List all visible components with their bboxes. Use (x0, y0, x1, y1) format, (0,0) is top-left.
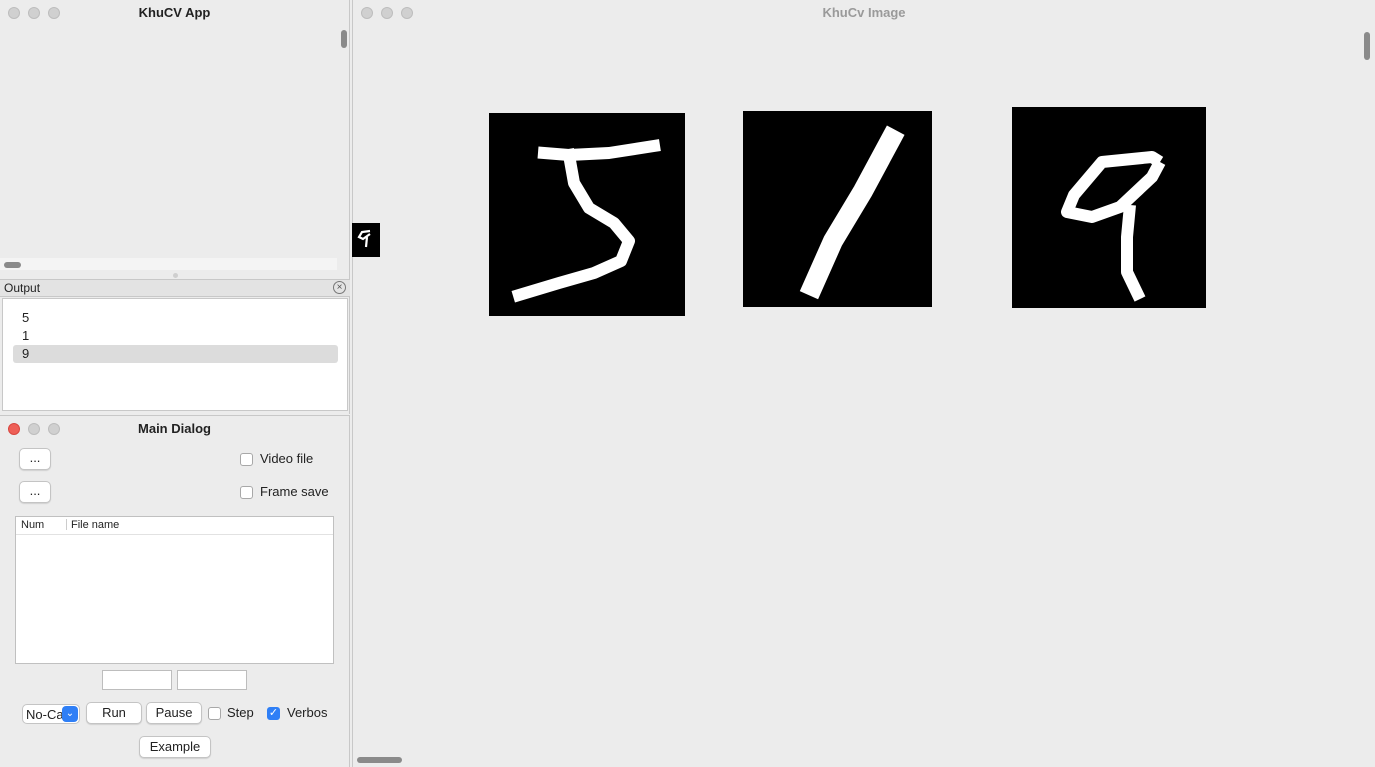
minimize-window-button[interactable] (381, 7, 393, 19)
list-item[interactable]: 1 (13, 327, 338, 345)
image-vertical-scrollbar[interactable] (1364, 32, 1370, 60)
output-title: Output (4, 281, 41, 295)
video-file-checkbox[interactable] (240, 453, 253, 466)
step-label: Step (227, 705, 254, 720)
khucv-image-window: KhuCv Image (352, 0, 1375, 767)
mode-select[interactable]: No-Ca ⌄ (22, 704, 80, 724)
zoom-window-button[interactable] (48, 423, 60, 435)
digit-5-image (489, 113, 685, 316)
browse-button-2[interactable]: ... (19, 481, 51, 503)
example-button[interactable]: Example (139, 736, 211, 758)
column-header-file-name[interactable]: File name (71, 519, 119, 531)
close-window-button[interactable] (8, 423, 20, 435)
run-button[interactable]: Run (86, 702, 142, 724)
output-list[interactable]: 5 1 9 (2, 298, 348, 411)
image-window-title: KhuCv Image (822, 5, 906, 20)
main-dialog-window: Main Dialog ... Video file ... Frame sav… (0, 415, 350, 767)
text-field-2[interactable] (177, 670, 247, 690)
zoom-window-button[interactable] (48, 7, 60, 19)
verbose-checkbox[interactable]: ✓ (267, 707, 280, 720)
mode-select-value: No-Ca (26, 707, 64, 722)
file-table[interactable]: Num File name (15, 516, 334, 664)
list-item[interactable]: 5 (13, 309, 338, 327)
frame-save-label: Frame save (260, 484, 329, 499)
video-file-label: Video file (260, 451, 314, 466)
text-field-1[interactable] (102, 670, 172, 690)
digit-1-image (743, 111, 932, 307)
app-vertical-scrollbar[interactable] (341, 30, 347, 48)
close-circle-icon[interactable]: × (333, 281, 346, 294)
app-horizontal-scroll-track (0, 258, 337, 270)
output-panel-header: Output × (0, 279, 350, 297)
step-checkbox[interactable] (208, 707, 221, 720)
minimize-window-button[interactable] (28, 7, 40, 19)
chevron-down-icon: ⌄ (62, 706, 78, 722)
close-window-button[interactable] (361, 7, 373, 19)
verbose-label: Verbos (287, 705, 328, 720)
image-horizontal-scrollbar[interactable] (357, 757, 402, 763)
digit-9-thumbnail (352, 223, 380, 257)
browse-button-1[interactable]: ... (19, 448, 51, 470)
pause-button[interactable]: Pause (146, 702, 202, 724)
minimize-window-button[interactable] (28, 423, 40, 435)
digit-9-image (1012, 107, 1206, 308)
frame-save-checkbox[interactable] (240, 486, 253, 499)
column-header-num[interactable]: Num (21, 519, 44, 531)
khucv-app-window: KhuCV App Output × 5 1 9 (0, 0, 350, 414)
list-item-selected[interactable]: 9 (13, 345, 338, 363)
column-divider (66, 519, 67, 530)
table-header: Num File name (16, 517, 333, 535)
zoom-window-button[interactable] (401, 7, 413, 19)
splitter-handle[interactable] (173, 273, 178, 278)
app-canvas-area (0, 26, 337, 258)
close-window-button[interactable] (8, 7, 20, 19)
app-horizontal-scrollbar[interactable] (4, 262, 21, 268)
